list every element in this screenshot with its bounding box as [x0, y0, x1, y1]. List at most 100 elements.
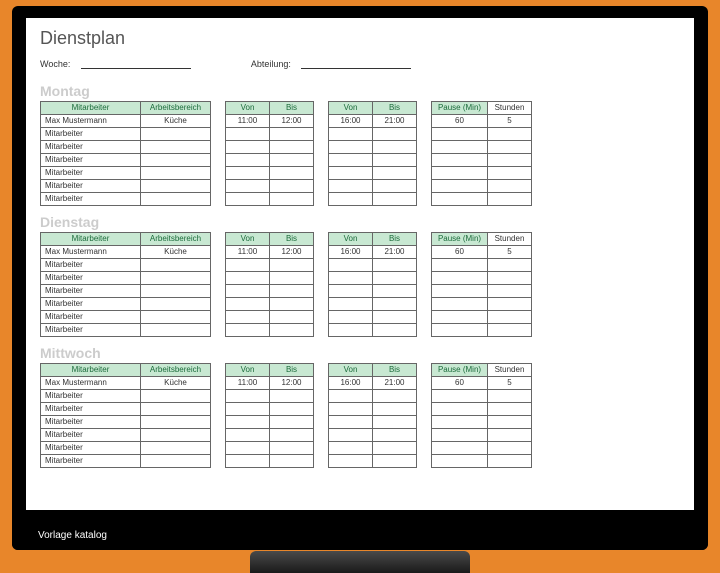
meta-row: Woche: Abteilung:: [40, 59, 680, 69]
week-field: Woche:: [40, 59, 191, 69]
area-cell[interactable]: [141, 180, 211, 193]
worker-cell[interactable]: Mitarbeiter: [41, 285, 141, 298]
worker-cell[interactable]: Max Mustermann: [41, 246, 141, 259]
stunden-cell[interactable]: 5: [488, 246, 532, 259]
von-cell[interactable]: 16:00: [329, 246, 373, 259]
department-label: Abteilung:: [251, 59, 291, 69]
col-arbeitsbereich: Arbeitsbereich: [141, 233, 211, 246]
col-bis: Bis: [270, 233, 314, 246]
col-bis: Bis: [270, 364, 314, 377]
area-cell[interactable]: [141, 285, 211, 298]
area-cell[interactable]: [141, 455, 211, 468]
col-bis: Bis: [373, 364, 417, 377]
area-cell[interactable]: [141, 416, 211, 429]
worker-cell[interactable]: Mitarbeiter: [41, 390, 141, 403]
col-arbeitsbereich: Arbeitsbereich: [141, 364, 211, 377]
week-label: Woche:: [40, 59, 70, 69]
area-cell[interactable]: [141, 272, 211, 285]
col-bis: Bis: [270, 102, 314, 115]
worker-cell[interactable]: Mitarbeiter: [41, 154, 141, 167]
bis-cell[interactable]: 21:00: [373, 115, 417, 128]
worker-cell[interactable]: Mitarbeiter: [41, 141, 141, 154]
worker-cell[interactable]: Mitarbeiter: [41, 272, 141, 285]
area-cell[interactable]: [141, 429, 211, 442]
area-cell[interactable]: [141, 298, 211, 311]
worker-cell[interactable]: Mitarbeiter: [41, 429, 141, 442]
bis-cell[interactable]: 21:00: [373, 377, 417, 390]
area-cell[interactable]: [141, 442, 211, 455]
col-von: Von: [226, 233, 270, 246]
day-block: MitarbeiterArbeitsbereichMax MustermannK…: [40, 363, 680, 468]
area-cell[interactable]: [141, 128, 211, 141]
area-cell[interactable]: Küche: [141, 246, 211, 259]
pause-cell[interactable]: 60: [432, 377, 488, 390]
worker-cell[interactable]: Max Mustermann: [41, 377, 141, 390]
monitor-bezel: Vorlage katalog: [12, 510, 708, 550]
day-heading: Montag: [40, 83, 680, 99]
col-von: Von: [226, 102, 270, 115]
pause-cell[interactable]: 60: [432, 246, 488, 259]
col-pause: Pause (Min): [432, 364, 488, 377]
area-cell[interactable]: [141, 193, 211, 206]
col-bis: Bis: [373, 102, 417, 115]
col-bis: Bis: [373, 233, 417, 246]
stunden-cell[interactable]: 5: [488, 377, 532, 390]
workers-table: MitarbeiterArbeitsbereichMax MustermannK…: [40, 232, 211, 337]
pause-cell[interactable]: 60: [432, 115, 488, 128]
col-von: Von: [329, 102, 373, 115]
worker-cell[interactable]: Mitarbeiter: [41, 455, 141, 468]
von-cell[interactable]: 16:00: [329, 115, 373, 128]
col-mitarbeiter: Mitarbeiter: [41, 102, 141, 115]
pause-stunden-table: Pause (Min)Stunden605: [431, 363, 532, 468]
bis-cell[interactable]: 12:00: [270, 246, 314, 259]
worker-cell[interactable]: Mitarbeiter: [41, 324, 141, 337]
area-cell[interactable]: [141, 154, 211, 167]
worker-cell[interactable]: Mitarbeiter: [41, 403, 141, 416]
area-cell[interactable]: [141, 311, 211, 324]
worker-cell[interactable]: Mitarbeiter: [41, 416, 141, 429]
col-von: Von: [226, 364, 270, 377]
bis-cell[interactable]: 12:00: [270, 377, 314, 390]
time-block-2: VonBis16:0021:00: [328, 101, 417, 206]
workers-table: MitarbeiterArbeitsbereichMax MustermannK…: [40, 363, 211, 468]
worker-cell[interactable]: Mitarbeiter: [41, 259, 141, 272]
stunden-cell[interactable]: 5: [488, 115, 532, 128]
worker-cell[interactable]: Mitarbeiter: [41, 193, 141, 206]
worker-cell[interactable]: Mitarbeiter: [41, 442, 141, 455]
caption-text: Vorlage katalog: [38, 530, 107, 541]
col-mitarbeiter: Mitarbeiter: [41, 233, 141, 246]
time-block-1: VonBis11:0012:00: [225, 232, 314, 337]
area-cell[interactable]: [141, 390, 211, 403]
day-heading: Dienstag: [40, 214, 680, 230]
department-field: Abteilung:: [251, 59, 412, 69]
monitor-stand: [250, 551, 470, 573]
workers-table: MitarbeiterArbeitsbereichMax MustermannK…: [40, 101, 211, 206]
col-mitarbeiter: Mitarbeiter: [41, 364, 141, 377]
area-cell[interactable]: Küche: [141, 115, 211, 128]
bis-cell[interactable]: 12:00: [270, 115, 314, 128]
area-cell[interactable]: [141, 324, 211, 337]
area-cell[interactable]: [141, 141, 211, 154]
worker-cell[interactable]: Mitarbeiter: [41, 311, 141, 324]
von-cell[interactable]: 16:00: [329, 377, 373, 390]
pause-stunden-table: Pause (Min)Stunden605: [431, 232, 532, 337]
bis-cell[interactable]: 21:00: [373, 246, 417, 259]
worker-cell[interactable]: Mitarbeiter: [41, 167, 141, 180]
von-cell[interactable]: 11:00: [226, 246, 270, 259]
worker-cell[interactable]: Mitarbeiter: [41, 180, 141, 193]
week-value-line[interactable]: [81, 59, 191, 69]
time-block-2: VonBis16:0021:00: [328, 363, 417, 468]
department-value-line[interactable]: [301, 59, 411, 69]
area-cell[interactable]: [141, 167, 211, 180]
worker-cell[interactable]: Mitarbeiter: [41, 298, 141, 311]
day-heading: Mittwoch: [40, 345, 680, 361]
col-pause: Pause (Min): [432, 102, 488, 115]
von-cell[interactable]: 11:00: [226, 377, 270, 390]
worker-cell[interactable]: Max Mustermann: [41, 115, 141, 128]
area-cell[interactable]: Küche: [141, 377, 211, 390]
area-cell[interactable]: [141, 403, 211, 416]
von-cell[interactable]: 11:00: [226, 115, 270, 128]
time-block-1: VonBis11:0012:00: [225, 101, 314, 206]
worker-cell[interactable]: Mitarbeiter: [41, 128, 141, 141]
area-cell[interactable]: [141, 259, 211, 272]
